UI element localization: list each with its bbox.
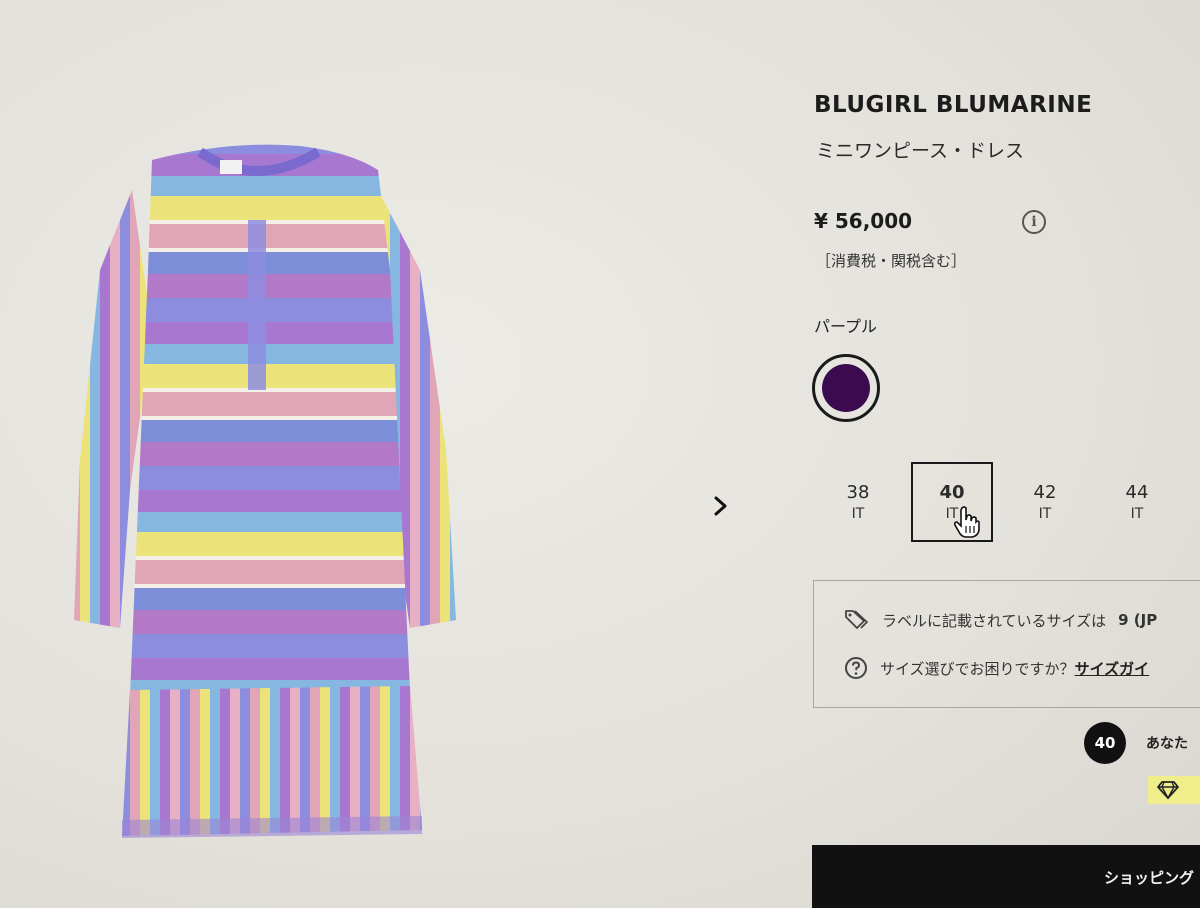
product-name: ミニワンピース・ドレス (816, 140, 1025, 162)
hand-pointer-icon (954, 506, 980, 538)
size-number: 40 (939, 482, 965, 503)
color-swatch-purple[interactable] (812, 354, 880, 422)
label-size-text: ラベルに記載されているサイズは (882, 611, 1107, 630)
tax-note: ［消費税・関税含む］ (816, 252, 967, 270)
premium-tag (1148, 776, 1200, 804)
diamond-icon (1157, 781, 1179, 800)
add-to-cart-button[interactable]: ショッピング (812, 845, 1200, 908)
size-option-40[interactable]: 40 IT (911, 462, 993, 542)
size-option-44[interactable]: 44 IT (1096, 462, 1178, 542)
size-unit: IT (1038, 506, 1052, 522)
size-info-box: ラベルに記載されているサイズは 9 (JP サイズ選びでお困りですか？ サイズガ… (813, 580, 1200, 708)
info-icon[interactable]: i (1022, 210, 1046, 234)
product-image[interactable] (60, 130, 480, 850)
size-number: 44 (1125, 482, 1149, 503)
product-page: BLUGIRL BLUMARINE ミニワンピース・ドレス ¥ 56,000 i… (0, 0, 1200, 908)
size-number: 38 (846, 482, 870, 503)
color-label: パープル (814, 317, 878, 336)
swatch-color (822, 364, 870, 412)
size-guide-link[interactable]: サイズガイ (1075, 658, 1150, 679)
badge-text: あなた (1146, 736, 1188, 752)
size-option-42[interactable]: 42 IT (1004, 462, 1086, 542)
size-number: 42 (1033, 482, 1057, 503)
product-price: ¥ 56,000 (814, 209, 913, 233)
label-size-row: ラベルに記載されているサイズは 9 (JP (844, 609, 1157, 631)
label-size-value: 9 (JP (1118, 611, 1158, 629)
question-circle-icon (845, 657, 867, 679)
tag-icon (845, 610, 869, 629)
size-unit: IT (1130, 506, 1144, 522)
chevron-right-icon (714, 496, 727, 516)
size-badge: 40 (1084, 722, 1126, 764)
size-help-text: サイズ選びでお困りですか？ (880, 659, 1075, 678)
size-option-38[interactable]: 38 IT (817, 462, 899, 542)
next-image-button[interactable] (706, 488, 736, 524)
brand-name[interactable]: BLUGIRL BLUMARINE (814, 92, 1092, 118)
size-unit: IT (851, 506, 865, 522)
size-help-row: サイズ選びでお困りですか？ サイズガイ (844, 656, 1149, 680)
